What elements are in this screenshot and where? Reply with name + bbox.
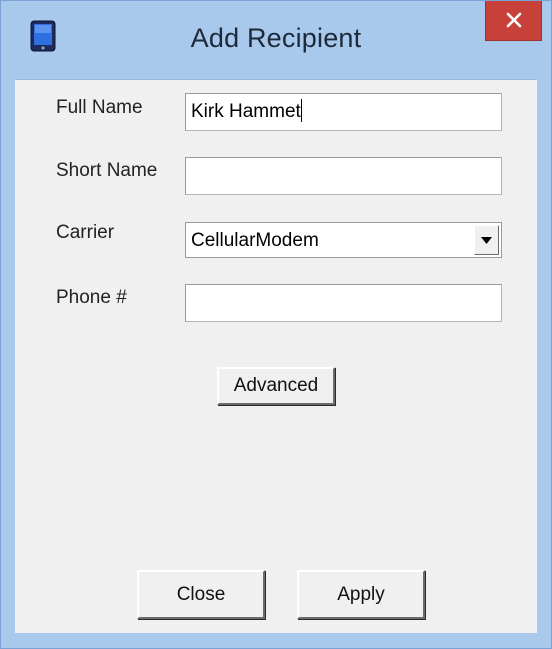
carrier-select[interactable]: CellularModem (185, 222, 502, 258)
advanced-button[interactable]: Advanced (217, 367, 335, 405)
carrier-label: Carrier (56, 222, 115, 243)
dialog-client-area: Full Name Kirk Hammet Short Name Carrier… (15, 79, 537, 633)
full-name-value: Kirk Hammet (191, 101, 301, 122)
dropdown-button[interactable] (474, 225, 499, 255)
short-name-input[interactable] (185, 157, 502, 195)
text-caret (300, 99, 302, 122)
apply-button[interactable]: Apply (297, 570, 425, 619)
close-icon (506, 12, 522, 28)
short-name-label: Short Name (56, 160, 158, 181)
full-name-label: Full Name (56, 97, 143, 118)
phone-input[interactable] (185, 284, 502, 322)
chevron-down-icon (481, 237, 492, 244)
phone-label: Phone # (56, 287, 127, 308)
dialog-title: Add Recipient (190, 23, 362, 53)
close-window-button[interactable] (485, 1, 542, 41)
full-name-input[interactable]: Kirk Hammet (185, 93, 502, 131)
dialog-window: Add Recipient Full Name Kirk Hammet Shor… (0, 0, 552, 649)
carrier-selected-value: CellularModem (191, 230, 319, 251)
close-button[interactable]: Close (137, 570, 265, 619)
title-bar[interactable]: Add Recipient (1, 1, 551, 79)
